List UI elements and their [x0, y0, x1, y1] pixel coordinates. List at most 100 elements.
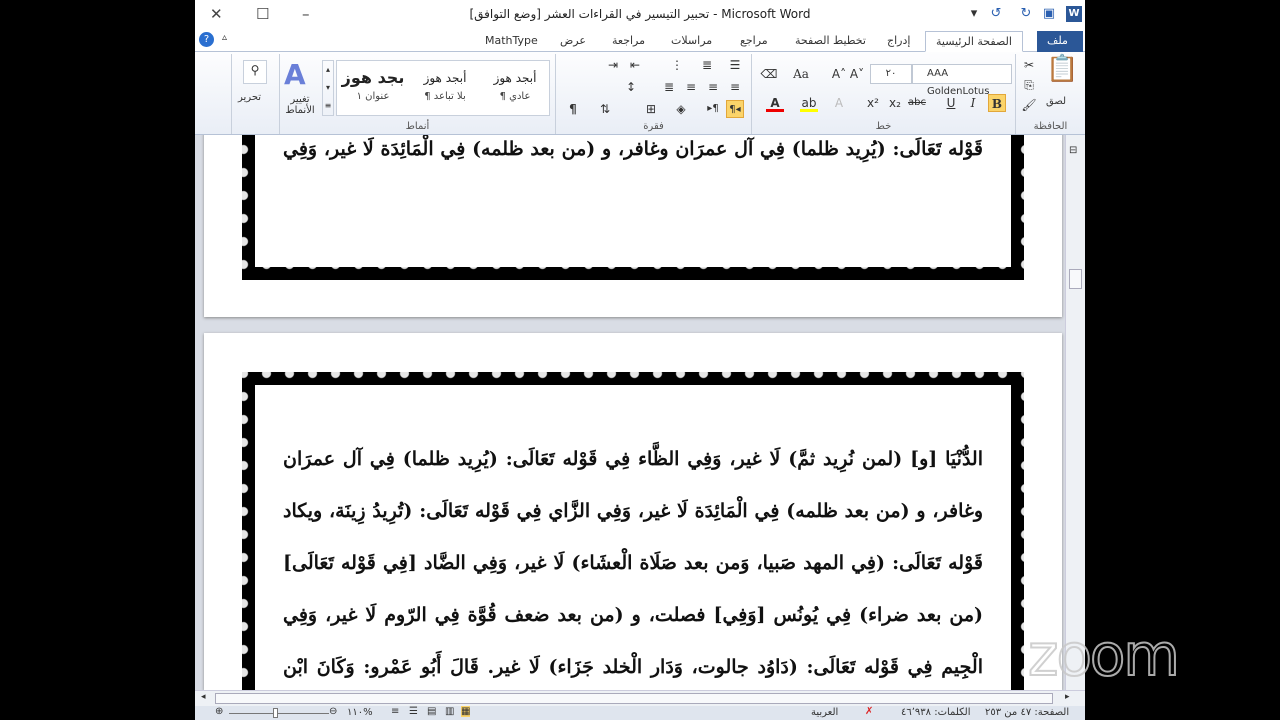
sort-icon[interactable]: ⇅ — [596, 100, 614, 118]
borders-icon[interactable]: ⊞ — [642, 100, 660, 118]
increase-indent-icon[interactable]: ⇥ — [604, 56, 622, 74]
style-heading-1[interactable]: بجد هوز عنوان ١ — [339, 65, 407, 102]
page-number[interactable]: الصفحة: ٤٧ من ٢٥٣ — [985, 707, 1069, 718]
strikethrough-button[interactable]: abc — [908, 94, 926, 112]
ribbon: 📋 لصق ✂ ⎘ 🖌 الحافظة AAA GoldenLotus ٢٠ A… — [195, 52, 1085, 135]
styles-group: أبجد هوز ¶ عادي أبجد هوز ¶ بلا تباعد بجد ه… — [279, 54, 555, 134]
word-window: ✕ ☐ – تحبير التيسير في القراءات العشر [و… — [195, 0, 1085, 720]
style-name: ¶ عادي — [499, 91, 531, 102]
page-1: قَوْله تَعَالَى: (يُرِيد ظلما) فِي آل عم… — [204, 135, 1062, 317]
rtl-direction-button[interactable]: ¶◂ — [726, 100, 744, 118]
draft-view-icon[interactable]: ≡ — [391, 706, 399, 717]
line-spacing-icon[interactable]: ↕ — [622, 78, 640, 96]
font-name-dropdown[interactable]: AAA GoldenLotus — [912, 64, 1012, 97]
font-size-dropdown[interactable]: ٢٠ — [870, 64, 912, 84]
style-name: عنوان ١ — [356, 91, 390, 102]
decrease-indent-icon[interactable]: ⇤ — [626, 56, 644, 74]
align-left-icon[interactable]: ≡ — [682, 78, 700, 96]
style-normal[interactable]: أبجد هوز ¶ عادي — [481, 65, 549, 102]
change-case-icon[interactable]: Aa — [792, 65, 810, 83]
subscript-button[interactable]: x₂ — [886, 94, 904, 112]
help-icon[interactable]: ? — [199, 32, 214, 47]
page-border: قَوْله تَعَالَى: (يُرِيد ظلما) فِي آل عم… — [242, 135, 1024, 280]
cut-icon[interactable]: ✂ — [1020, 56, 1038, 74]
find-icon[interactable]: ⚲ — [243, 60, 267, 84]
tab-references[interactable]: مراجع — [730, 31, 778, 52]
undo-icon[interactable]: ↺ — [988, 6, 1004, 22]
show-formatting-icon[interactable]: ¶ — [564, 100, 582, 118]
horizontal-scrollbar[interactable]: ◂ ▸ — [195, 690, 1085, 706]
clipboard-group-label: الحافظة — [1033, 121, 1068, 132]
tab-mathtype[interactable]: MathType — [475, 31, 548, 52]
tab-mailings[interactable]: مراسلات — [661, 31, 722, 52]
redo-icon[interactable]: ↻ — [1018, 6, 1034, 22]
change-styles-icon[interactable]: A — [284, 58, 306, 91]
style-no-spacing[interactable]: أبجد هوز ¶ بلا تباعد — [411, 65, 479, 102]
language-status[interactable]: العربية — [811, 707, 838, 718]
tab-home[interactable]: الصفحة الرئيسية — [925, 31, 1023, 52]
copy-icon[interactable]: ⎘ — [1020, 76, 1038, 94]
document-line: الْجِيم فِي قَوْله تَعَالَى: (دَاوُد جال… — [283, 656, 983, 678]
change-styles-button[interactable]: تغيير الأنماط — [280, 94, 320, 116]
font-color-icon[interactable]: A — [766, 94, 784, 112]
shrink-font-icon[interactable]: A˅ — [848, 65, 866, 83]
style-preview: أبجد هوز — [493, 71, 537, 85]
scroll-thumb[interactable] — [1069, 269, 1082, 289]
tab-view[interactable]: عرض — [550, 31, 596, 52]
style-name: ¶ بلا تباعد — [424, 91, 466, 102]
italic-button[interactable]: I — [964, 94, 982, 112]
bold-button[interactable]: B — [988, 94, 1006, 112]
format-painter-icon[interactable]: 🖌 — [1020, 96, 1038, 114]
vertical-scrollbar[interactable]: ⊟ — [1065, 135, 1085, 690]
ribbon-tabs: ? ▵ ملف الصفحة الرئيسية إدراج تخطيط الصف… — [195, 28, 1085, 52]
zoom-slider[interactable] — [229, 713, 329, 714]
document-line: قَوْله تَعَالَى: (يُرِيد ظلما) فِي آل عم… — [283, 138, 983, 160]
paragraph-group: ☰ ≣ ⋮ ⇤ ⇥ ≡ ≡ ≡ ≣ ↕ ¶◂ ▸¶ ◈ ⊞ ⇅ ¶ فقرة — [555, 54, 751, 134]
title-bar: ✕ ☐ – تحبير التيسير في القراءات العشر [و… — [195, 0, 1085, 28]
clipboard-group: 📋 لصق ✂ ⎘ 🖌 الحافظة — [1015, 54, 1085, 134]
tab-file[interactable]: ملف — [1037, 31, 1083, 52]
zoom-in-icon[interactable]: ⊕ — [215, 706, 223, 717]
paste-button[interactable]: لصق — [1046, 96, 1066, 107]
style-preview: بجد هوز — [341, 68, 405, 87]
zoom-level[interactable]: ١١٠% — [347, 707, 373, 718]
word-count[interactable]: الكلمات: ٤٦٬٩٣٨ — [901, 707, 971, 718]
scroll-right-icon[interactable]: ▸ — [1065, 692, 1070, 702]
proofing-icon[interactable]: ✗ — [865, 706, 873, 717]
tab-page-layout[interactable]: تخطيط الصفحة — [785, 31, 876, 52]
tab-insert[interactable]: إدراج — [877, 31, 920, 52]
scroll-thumb[interactable] — [215, 693, 1053, 704]
styles-scroll[interactable]: ▴ ▾ ≡ — [322, 60, 334, 116]
text-effects-icon[interactable]: A — [830, 94, 848, 112]
bullets-icon[interactable]: ☰ — [726, 56, 744, 74]
highlight-icon[interactable]: ab — [800, 94, 818, 112]
reading-view-icon[interactable]: ▥ — [445, 706, 454, 717]
grow-font-icon[interactable]: A˄ — [830, 65, 848, 83]
justify-icon[interactable]: ≣ — [660, 78, 678, 96]
align-center-icon[interactable]: ≡ — [704, 78, 722, 96]
zoom-out-icon[interactable]: ⊖ — [329, 706, 337, 717]
ruler-toggle-icon[interactable]: ⊟ — [1069, 145, 1077, 156]
numbering-icon[interactable]: ≣ — [698, 56, 716, 74]
tab-review[interactable]: مراجعة — [602, 31, 655, 52]
document-area[interactable]: قَوْله تَعَالَى: (يُرِيد ظلما) فِي آل عم… — [195, 135, 1065, 690]
zoom-slider-thumb[interactable] — [273, 708, 278, 718]
align-right-icon[interactable]: ≡ — [726, 78, 744, 96]
web-layout-icon[interactable]: ▤ — [427, 706, 436, 717]
styles-gallery: أبجد هوز ¶ عادي أبجد هوز ¶ بلا تباعد بجد ه… — [336, 60, 550, 116]
scroll-left-icon[interactable]: ◂ — [201, 692, 206, 702]
save-icon[interactable]: ▣ — [1041, 6, 1057, 22]
print-layout-icon[interactable]: ▦ — [461, 706, 471, 717]
multilevel-list-icon[interactable]: ⋮ — [668, 56, 686, 74]
editing-button[interactable]: تحرير — [238, 92, 261, 103]
font-group: AAA GoldenLotus ٢٠ A˄ A˅ Aa ⌫ B I U abc … — [751, 54, 1015, 134]
paste-icon[interactable]: 📋 — [1046, 56, 1078, 94]
customize-qat-icon[interactable]: ▾ — [966, 6, 982, 22]
collapse-ribbon-icon[interactable]: ▵ — [222, 32, 227, 43]
underline-button[interactable]: U — [942, 94, 960, 112]
clear-formatting-icon[interactable]: ⌫ — [760, 65, 778, 83]
shading-icon[interactable]: ◈ — [672, 100, 690, 118]
ltr-direction-button[interactable]: ▸¶ — [704, 100, 722, 118]
outline-view-icon[interactable]: ☰ — [409, 706, 418, 717]
superscript-button[interactable]: x² — [864, 94, 882, 112]
